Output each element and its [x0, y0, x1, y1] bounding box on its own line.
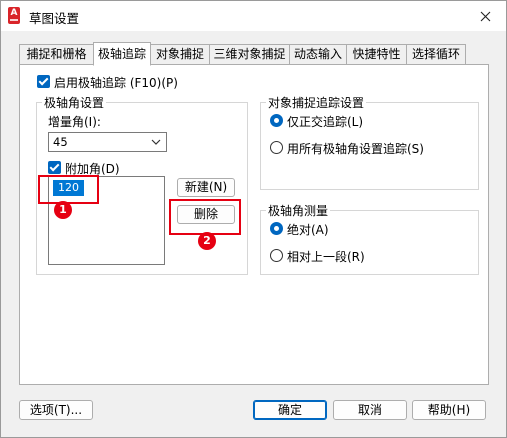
- cancel-button[interactable]: 取消: [333, 400, 407, 420]
- relative-last-segment-label: 相对上一段(R): [287, 250, 365, 264]
- tab-3d-object-snap[interactable]: 三维对象捕捉: [209, 44, 290, 65]
- angle-measurement-group: [260, 210, 479, 275]
- annotation-marker-1: 1: [54, 201, 72, 219]
- annotation-box-1: [38, 175, 99, 204]
- title-bar: A 草图设置: [1, 1, 506, 31]
- ok-button[interactable]: 确定: [253, 400, 327, 420]
- absolute-radio[interactable]: [270, 222, 283, 235]
- polar-tracking-panel: 启用极轴追踪 (F10)(P) 极轴角设置 增量角(I): 45 附加角(D) …: [19, 64, 489, 385]
- close-icon: [480, 11, 490, 21]
- tab-quick-properties[interactable]: 快捷特性: [346, 44, 407, 65]
- tab-snap-and-grid[interactable]: 捕捉和栅格: [19, 44, 94, 65]
- enable-polar-label: 启用极轴追踪 (F10)(P): [54, 76, 178, 90]
- snap-tracking-title: 对象捕捉追踪设置: [266, 94, 367, 111]
- tab-polar-tracking[interactable]: 极轴追踪: [93, 42, 151, 66]
- window-title: 草图设置: [29, 11, 80, 26]
- additional-angles-checkbox[interactable]: [48, 161, 61, 174]
- annotation-marker-2: 2: [198, 232, 216, 250]
- close-button[interactable]: [466, 1, 504, 31]
- app-icon-letter: A: [10, 8, 18, 18]
- increment-angle-select[interactable]: 45: [48, 132, 167, 152]
- annotation-box-2: [169, 199, 241, 235]
- tab-dynamic-input[interactable]: 动态输入: [289, 44, 347, 65]
- all-polar-angles-label: 用所有极轴角设置追踪(S): [287, 142, 424, 156]
- options-button[interactable]: 选项(T)...: [19, 400, 93, 420]
- new-angle-button[interactable]: 新建(N): [177, 178, 235, 197]
- autocad-app-icon: A: [8, 7, 20, 24]
- orthogonal-only-label: 仅正交追踪(L): [287, 115, 364, 129]
- all-polar-angles-radio[interactable]: [270, 141, 283, 154]
- orthogonal-only-radio[interactable]: [270, 114, 283, 127]
- increment-angle-label: 增量角(I):: [48, 115, 101, 129]
- relative-last-segment-radio[interactable]: [270, 249, 283, 262]
- enable-polar-checkbox[interactable]: [37, 75, 50, 88]
- angle-measurement-title: 极轴角测量: [266, 202, 331, 219]
- drafting-settings-dialog: A 草图设置 捕捉和栅格 极轴追踪 对象捕捉 三维对象捕捉 动态输入 快捷特性 …: [0, 0, 507, 438]
- polar-angle-settings-title: 极轴角设置: [42, 94, 107, 111]
- help-button[interactable]: 帮助(H): [412, 400, 486, 420]
- tab-object-snap[interactable]: 对象捕捉: [150, 44, 210, 65]
- chevron-down-icon: [151, 139, 161, 145]
- increment-angle-value: 45: [53, 135, 68, 149]
- tab-selection-cycling[interactable]: 选择循环: [406, 44, 466, 65]
- absolute-label: 绝对(A): [287, 223, 329, 237]
